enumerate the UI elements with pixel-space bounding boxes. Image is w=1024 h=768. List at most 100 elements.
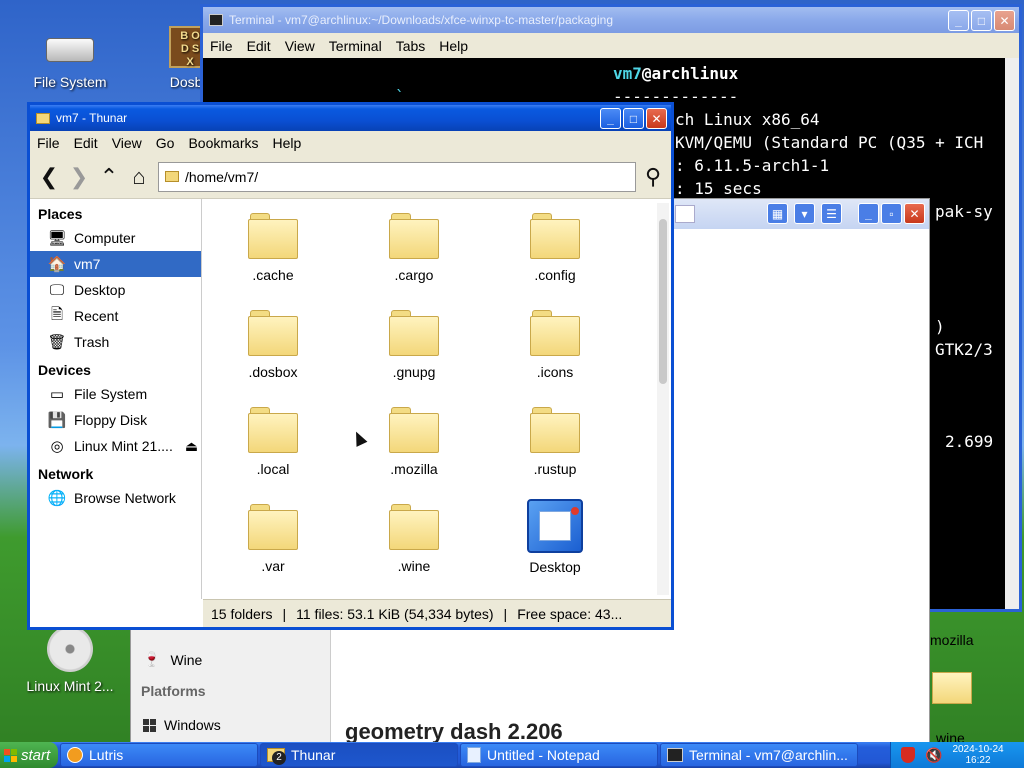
desktop-icon-label: File System: [33, 74, 107, 90]
clock[interactable]: 2024-10-24 16:22: [952, 744, 1003, 766]
forward-icon[interactable]: ❯: [64, 162, 94, 192]
scrollbar-thumb[interactable]: [659, 219, 667, 384]
file-item[interactable]: .config: [495, 213, 615, 283]
file-item[interactable]: .wine: [354, 504, 474, 574]
maximize-button[interactable]: □: [971, 10, 992, 31]
folder-icon: [248, 310, 298, 356]
back-icon[interactable]: ❮: [34, 162, 64, 192]
maximize-button[interactable]: ▫: [881, 203, 902, 224]
menu-help[interactable]: Help: [432, 38, 475, 54]
file-item[interactable]: .mozilla: [354, 407, 474, 477]
sidebar-item-recent[interactable]: 🗎 Recent: [30, 303, 201, 329]
volume-muted-icon[interactable]: 🔇: [925, 747, 942, 764]
thunar-window[interactable]: vm7 - Thunar _ □ ✕ File Edit View Go Boo…: [27, 102, 674, 630]
location-bar[interactable]: /home/vm7/: [158, 161, 636, 192]
home-icon[interactable]: ⌂: [124, 162, 154, 192]
terminal-scrollbar[interactable]: [1005, 58, 1019, 609]
lutris-icon: [67, 747, 83, 763]
menu-help[interactable]: Help: [266, 135, 309, 151]
eject-icon[interactable]: ⏏: [185, 438, 198, 455]
file-item[interactable]: .cargo: [354, 213, 474, 283]
search-field[interactable]: [675, 205, 695, 223]
folder-icon: [530, 213, 580, 259]
security-shield-icon[interactable]: [901, 747, 915, 763]
home-icon: 🏠: [47, 256, 67, 273]
folder-icon: [389, 407, 439, 453]
task-thunar[interactable]: 2 Thunar: [260, 743, 458, 767]
menu-file[interactable]: File: [30, 135, 67, 151]
menu-edit[interactable]: Edit: [240, 38, 278, 54]
sidebar-item-trash[interactable]: 🗑 Trash: [30, 329, 201, 355]
thunar-sidebar: Places 🖥 Computer 🏠 vm7 🖵 Desktop 🗎 Recent 🗑…: [30, 199, 202, 599]
location-path: /home/vm7/: [185, 168, 259, 185]
file-grid-scrollbar[interactable]: [657, 203, 669, 595]
file-item[interactable]: .cache: [213, 213, 333, 283]
file-item[interactable]: .icons: [495, 310, 615, 380]
desktop-icon-file-system[interactable]: File System: [20, 30, 120, 90]
sidebar-item-browse-network[interactable]: 🌐 Browse Network: [30, 485, 201, 511]
list-view-icon[interactable]: ☰: [821, 203, 842, 224]
task-notepad[interactable]: Untitled - Notepad: [460, 743, 658, 767]
menu-terminal[interactable]: Terminal: [322, 38, 389, 54]
terminal-line: ch Linux x86_64: [675, 110, 820, 129]
terminal-line: : 6.11.5-arch1-1: [675, 156, 830, 175]
menu-view[interactable]: View: [278, 38, 322, 54]
menu-go[interactable]: Go: [149, 135, 182, 151]
devices-header: Devices: [38, 362, 91, 378]
menu-view[interactable]: View: [105, 135, 149, 151]
terminal-app-icon: [209, 14, 223, 26]
file-item[interactable]: Desktop: [495, 499, 615, 575]
maximize-button[interactable]: □: [623, 108, 644, 129]
windows-icon: [143, 718, 156, 732]
close-button[interactable]: ✕: [904, 203, 925, 224]
minimize-button[interactable]: _: [948, 10, 969, 31]
terminal-menubar: File Edit View Terminal Tabs Help: [203, 33, 1019, 58]
sidebar-item-vm7[interactable]: 🏠 vm7: [30, 251, 201, 277]
folder-icon[interactable]: [932, 668, 972, 704]
chevron-down-icon[interactable]: ▾: [794, 203, 815, 224]
menu-bookmarks[interactable]: Bookmarks: [181, 135, 265, 151]
terminal-icon: [667, 748, 683, 762]
desktop-icon: 🖵: [49, 281, 65, 299]
file-item[interactable]: .rustup: [495, 407, 615, 477]
grid-view-icon[interactable]: ▦: [767, 203, 788, 224]
close-button[interactable]: ✕: [994, 10, 1015, 31]
file-grid[interactable]: .cache .cargo .config .dosbox .gnupg .ic…: [203, 199, 657, 599]
start-button[interactable]: start: [0, 742, 58, 768]
sidebar-item-file-system[interactable]: ▭ File System: [30, 381, 201, 407]
sidebar-item-linux-mint[interactable]: ◎ Linux Mint 21.... ⏏: [30, 433, 201, 459]
close-button[interactable]: ✕: [646, 108, 667, 129]
desktop-folder-label: mozilla: [930, 632, 974, 648]
sidebar-item-wine[interactable]: 🍷 Wine: [143, 651, 202, 668]
up-icon[interactable]: ⌃: [94, 162, 124, 192]
thunar-titlebar[interactable]: vm7 - Thunar _ □ ✕: [30, 105, 671, 131]
file-item[interactable]: .gnupg: [354, 310, 474, 380]
terminal-prompt: vm7@archlinux: [613, 64, 739, 83]
sidebar-item-desktop[interactable]: 🖵 Desktop: [30, 277, 201, 303]
sidebar-item-floppy[interactable]: 💾 Floppy Disk: [30, 407, 201, 433]
folder-icon: [389, 310, 439, 356]
sidebar-item-computer[interactable]: 🖥 Computer: [30, 225, 201, 251]
terminal-line: 2.699: [945, 432, 994, 451]
minimize-button[interactable]: _: [600, 108, 621, 129]
terminal-line: pak-sy: [935, 202, 993, 221]
task-terminal[interactable]: Terminal - vm7@archlin...: [660, 743, 858, 767]
folder-icon: [530, 407, 580, 453]
recent-icon: 🗎: [50, 305, 64, 323]
search-icon[interactable]: ⚲: [638, 162, 668, 192]
terminal-line: : 15 secs: [675, 179, 762, 198]
network-header: Network: [38, 466, 94, 482]
file-item[interactable]: .dosbox: [213, 310, 333, 380]
menu-edit[interactable]: Edit: [67, 135, 105, 151]
file-item[interactable]: .local: [213, 407, 333, 477]
terminal-titlebar[interactable]: Terminal - vm7@archlinux:~/Downloads/xfc…: [203, 7, 1019, 33]
file-item[interactable]: .var: [213, 504, 333, 574]
desktop-icon-linux-mint[interactable]: Linux Mint 2...: [20, 626, 120, 694]
sidebar-item-windows[interactable]: Windows: [143, 717, 221, 733]
minimize-button[interactable]: _: [858, 203, 879, 224]
windows-flag-icon: [4, 748, 17, 762]
terminal-line: ): [935, 317, 945, 336]
menu-tabs[interactable]: Tabs: [389, 38, 433, 54]
task-lutris[interactable]: Lutris: [60, 743, 258, 767]
menu-file[interactable]: File: [203, 38, 240, 54]
